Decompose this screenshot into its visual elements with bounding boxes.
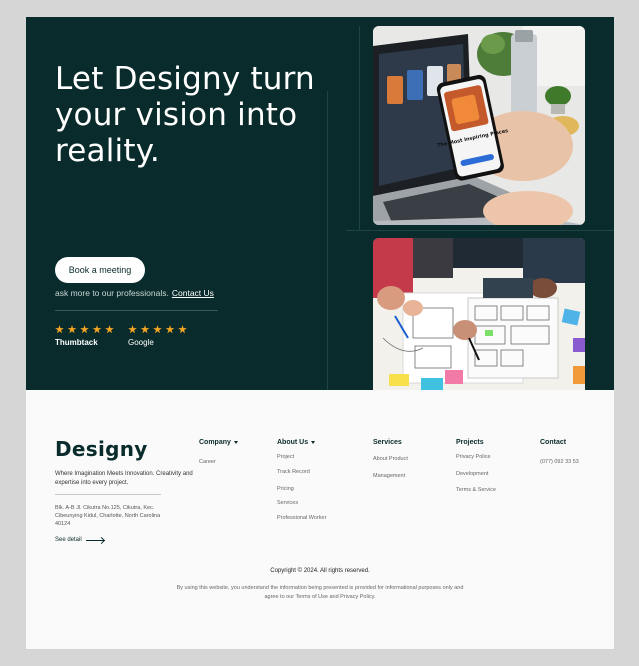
footer-divider — [55, 494, 161, 495]
hero-title: Let Designy turn your vision into realit… — [55, 61, 315, 169]
footer-link-about-product[interactable]: About Product — [373, 456, 408, 462]
footer-heading-label: About Us — [277, 439, 309, 446]
hero-grid-line — [327, 91, 328, 390]
ask-text: ask more to our professionals. — [55, 288, 169, 298]
phone-laptop-photo: The Most Inspiring Places — [373, 26, 585, 225]
footer-link-management[interactable]: Management — [373, 473, 405, 479]
caret-down-icon — [311, 441, 316, 444]
footer-link-track-record[interactable]: Track Record — [277, 469, 310, 475]
footer-heading-label: Company — [199, 439, 231, 446]
footer-heading-services: Services — [373, 439, 402, 446]
star-icon — [165, 325, 175, 334]
disclaimer-text: By using this website, you understand th… — [176, 585, 464, 600]
star-icon — [178, 325, 187, 334]
arrow-right-icon — [85, 539, 104, 541]
see-detail-link[interactable]: See detail — [55, 537, 104, 543]
star-icon — [55, 325, 64, 334]
footer-link-professional-worker[interactable]: Professional Worker — [277, 515, 326, 521]
footer-column-projects: Projects Privacy Police Development Term… — [456, 439, 496, 493]
star-icon — [105, 325, 114, 334]
footer-column-services: Services About Product Management — [373, 439, 408, 479]
footer-link-services[interactable]: Services — [277, 500, 298, 506]
footer-link-project[interactable]: Project — [277, 454, 294, 460]
rating-source-label: Thumbtack — [55, 338, 98, 347]
rating-source-label: Google — [128, 338, 154, 347]
footer-link-development[interactable]: Development — [456, 471, 488, 477]
star-icon — [153, 325, 162, 334]
rating-thumbtack: Thumbtack — [55, 325, 114, 347]
footer-column-about: About Us Project Track Record Pricing Se… — [277, 439, 326, 521]
star-rating — [128, 325, 187, 334]
hero-divider — [55, 310, 218, 311]
footer-heading-about[interactable]: About Us — [277, 439, 316, 446]
star-icon — [67, 325, 77, 334]
ask-professionals-text: ask more to our professionals. Contact Us — [55, 288, 214, 298]
footer-link-privacy-police[interactable]: Privacy Police — [456, 454, 491, 460]
footer-logo[interactable]: Designy — [55, 437, 148, 461]
footer-link-career[interactable]: Career — [199, 459, 216, 465]
star-icon — [92, 325, 102, 334]
rating-google: Google — [128, 325, 187, 347]
footer-column-company: Company Career — [199, 439, 238, 465]
caret-down-icon — [233, 441, 238, 444]
wireframe-sketching-illustration — [373, 238, 585, 390]
copyright-text: Copyright © 2024. All rights reserved. — [270, 568, 370, 574]
footer-heading-projects: Projects — [456, 439, 484, 446]
phone-laptop-illustration: The Most Inspiring Places — [373, 26, 585, 225]
footer-heading-company[interactable]: Company — [199, 439, 238, 446]
hero-section: Let Designy turn your vision into realit… — [26, 17, 614, 390]
footer-address: Blk. A-B Jl. Cikutra No.125, Cikutra, Ke… — [55, 505, 161, 527]
footer-link-terms-service[interactable]: Terms & Service — [456, 487, 496, 493]
contact-us-link[interactable]: Contact Us — [172, 288, 214, 298]
book-meeting-button[interactable]: Book a meeting — [55, 257, 145, 283]
footer-column-contact: Contact (077) 092 33 53 — [540, 439, 579, 465]
star-rating — [55, 325, 114, 334]
page-frame: Let Designy turn your vision into realit… — [26, 17, 614, 649]
star-icon — [140, 325, 150, 334]
star-icon — [80, 325, 89, 334]
footer-link-pricing[interactable]: Pricing — [277, 486, 294, 492]
star-icon — [128, 325, 137, 334]
hero-grid-line — [346, 230, 614, 231]
footer-phone-link[interactable]: (077) 092 33 53 — [540, 459, 579, 465]
footer-heading-contact: Contact — [540, 439, 567, 446]
see-detail-label: See detail — [55, 537, 82, 543]
footer-tagline: Where Imagination Meets Innovation. Crea… — [55, 471, 193, 486]
wireframe-sketching-photo — [373, 238, 585, 390]
hero-grid-line — [359, 26, 360, 230]
